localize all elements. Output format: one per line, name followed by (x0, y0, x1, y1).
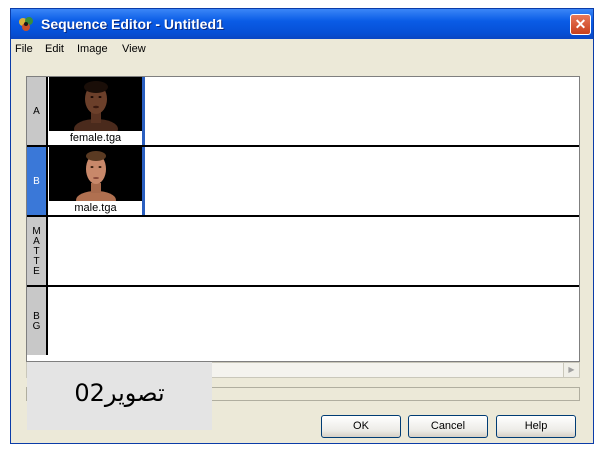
app-icon (19, 17, 33, 31)
clip-thumbnail (49, 147, 142, 201)
track-label-letter: T (33, 246, 40, 257)
caption-box: تصویر02 (27, 362, 212, 430)
menu-image[interactable]: Image (77, 42, 108, 56)
track-a[interactable]: A female.tga (27, 77, 579, 147)
track-label-letter: G (32, 321, 41, 332)
track-label-letter: M (32, 226, 41, 237)
track-label-letter: A (33, 236, 40, 247)
menu-view[interactable]: View (122, 42, 146, 56)
clip-male[interactable]: male.tga (49, 147, 145, 215)
track-label-letter: B (33, 176, 40, 187)
ok-button[interactable]: OK (321, 415, 401, 438)
help-button[interactable]: Help (496, 415, 576, 438)
track-label-letter: A (33, 106, 40, 117)
caption-text: تصویر02 (74, 379, 165, 407)
track-matte[interactable]: M A T T E (27, 217, 579, 287)
title-bar[interactable]: Sequence Editor - Untitled1 ✕ (11, 9, 593, 39)
cancel-button[interactable]: Cancel (408, 415, 488, 438)
track-label-letter: T (33, 256, 40, 267)
close-icon: ✕ (574, 16, 587, 32)
track-label-bg[interactable]: B G (27, 287, 48, 355)
menu-file[interactable]: File (15, 42, 33, 56)
track-label-b[interactable]: B (27, 147, 48, 215)
track-label-a[interactable]: A (27, 77, 48, 145)
menu-edit[interactable]: Edit (45, 42, 64, 56)
clip-filename: male.tga (74, 202, 117, 214)
track-area[interactable]: A female.tga B male.tga M A T T E B G (26, 76, 580, 362)
track-label-letter: B (33, 311, 40, 322)
track-label-matte[interactable]: M A T T E (27, 217, 48, 285)
window-title: Sequence Editor - Untitled1 (41, 16, 224, 32)
clip-thumbnail (49, 77, 142, 131)
close-button[interactable]: ✕ (570, 14, 591, 35)
track-label-letter: E (33, 266, 40, 277)
scroll-right-arrow-icon[interactable]: ▶ (563, 363, 579, 377)
menu-bar: File Edit Image View (11, 39, 593, 59)
track-b[interactable]: B male.tga (27, 147, 579, 217)
clip-female[interactable]: female.tga (49, 77, 145, 145)
track-bg[interactable]: B G (27, 287, 579, 357)
clip-filename: female.tga (69, 132, 122, 144)
